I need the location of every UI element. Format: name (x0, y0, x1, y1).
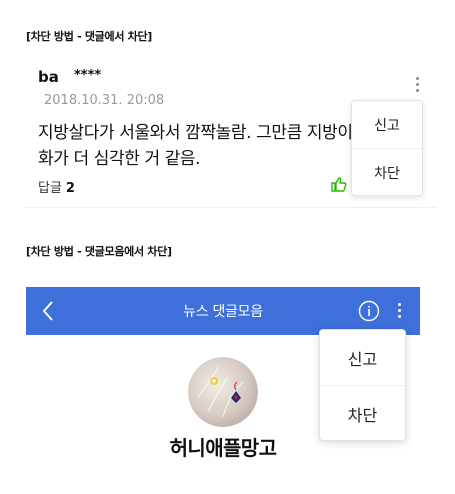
more-vertical-icon[interactable] (394, 300, 404, 322)
profile-menu-popup: 신고 차단 (319, 329, 406, 441)
comment-menu-block[interactable]: 차단 (352, 148, 422, 196)
comment-author-mask: **** (74, 68, 102, 83)
profile-avatar[interactable] (188, 357, 258, 427)
reply-label: 답글 (38, 181, 62, 196)
card-divider (26, 207, 436, 208)
thumbs-up-icon[interactable] (331, 176, 347, 192)
profile-menu-block[interactable]: 차단 (320, 385, 405, 441)
profile-name: 허니애플망고 (169, 436, 277, 460)
comment-author[interactable]: ba (38, 68, 59, 86)
more-vertical-icon[interactable] (412, 74, 422, 96)
profile-menu-report[interactable]: 신고 (320, 330, 405, 385)
app-header-bar: 뉴스 댓글모음 (26, 287, 420, 335)
comment-menu-popup: 신고 차단 (351, 100, 423, 196)
comment-menu-report[interactable]: 신고 (352, 101, 422, 148)
comment-text: 지방살다가 서울와서 깜짝놀람. 그만큼 지방이 화가 더 심각한 거 같음. (38, 123, 353, 169)
reply-button[interactable]: 답글 2 (38, 177, 75, 196)
comment-timestamp: 2018.10.31. 20:08 (44, 93, 165, 108)
reply-count: 2 (65, 181, 75, 196)
info-icon[interactable] (358, 300, 380, 322)
section-caption-1: [차단 방법 - 댓글에서 차단] (26, 30, 153, 43)
section-caption-2: [차단 방법 - 댓글모음에서 차단] (26, 245, 172, 258)
